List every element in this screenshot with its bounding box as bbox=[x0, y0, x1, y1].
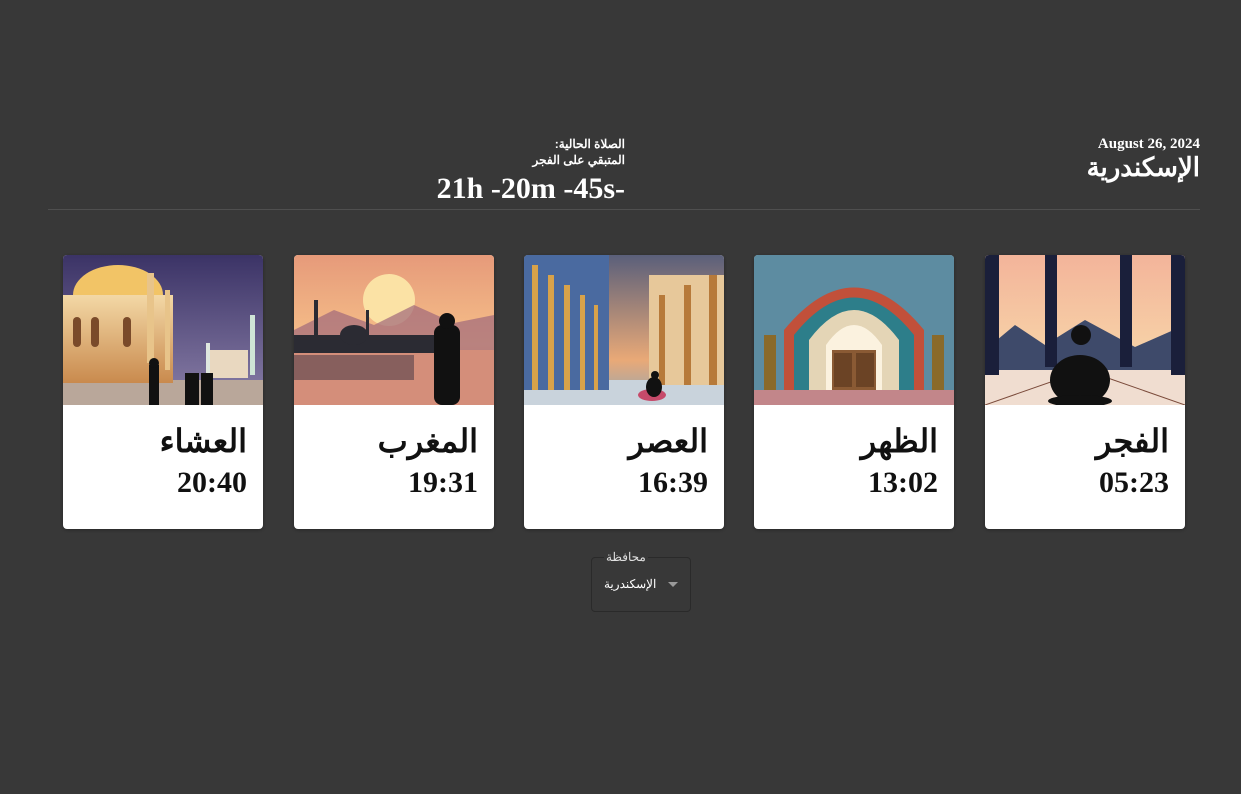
city-title: الإسكندرية bbox=[1086, 153, 1200, 182]
prayer-card-maghrib: المغرب 19:31 bbox=[294, 255, 494, 529]
prayer-time: 05:23 bbox=[1099, 466, 1169, 499]
prayer-card-isha: العشاء 20:40 bbox=[63, 255, 263, 529]
current-date: August 26, 2024 bbox=[1097, 136, 1200, 152]
governorate-select-label: محافظة bbox=[604, 549, 648, 565]
current-prayer-label: الصلاة الحالية: bbox=[554, 137, 625, 151]
prayer-cards: العشاء 20:40 المغرب 19:31 العصر 16:39 ال… bbox=[63, 255, 1185, 529]
remaining-label: المتبقي على الفجر bbox=[532, 153, 625, 167]
prayer-name: العشاء bbox=[159, 423, 247, 459]
prayer-time: 19:31 bbox=[408, 466, 478, 499]
prayer-name: المغرب bbox=[377, 423, 478, 459]
prayer-card-dhuhr: الظهر 13:02 bbox=[754, 255, 954, 529]
praying-man-silhouette-window-image bbox=[985, 255, 1185, 405]
mosque-colonnade-sunset-image bbox=[524, 255, 724, 405]
mosque-arch-doorway-image bbox=[754, 255, 954, 405]
header-divider bbox=[48, 209, 1200, 210]
sunset-mosque-silhouette-image bbox=[294, 255, 494, 405]
prayer-name: الظهر bbox=[860, 423, 938, 459]
header-location: August 26, 2024 الإسكندرية bbox=[1087, 136, 1200, 183]
prayer-card-fajr: الفجر 05:23 bbox=[985, 255, 1185, 529]
countdown-timer: 21h -20m -45s- bbox=[436, 172, 625, 205]
prayer-time: 13:02 bbox=[868, 466, 938, 499]
night-mosque-dome-image bbox=[63, 255, 263, 405]
prayer-name: العصر bbox=[628, 423, 708, 459]
prayer-name: الفجر bbox=[1095, 423, 1169, 459]
prayer-card-asr: العصر 16:39 bbox=[524, 255, 724, 529]
prayer-time: 16:39 bbox=[638, 466, 708, 499]
prayer-time: 20:40 bbox=[177, 466, 247, 499]
governorate-select-value[interactable]: الإسكندرية bbox=[604, 576, 656, 592]
chevron-down-icon[interactable] bbox=[668, 582, 678, 587]
countdown-panel: الصلاة الحالية: المتبقي على الفجر 21h -2… bbox=[300, 136, 625, 206]
